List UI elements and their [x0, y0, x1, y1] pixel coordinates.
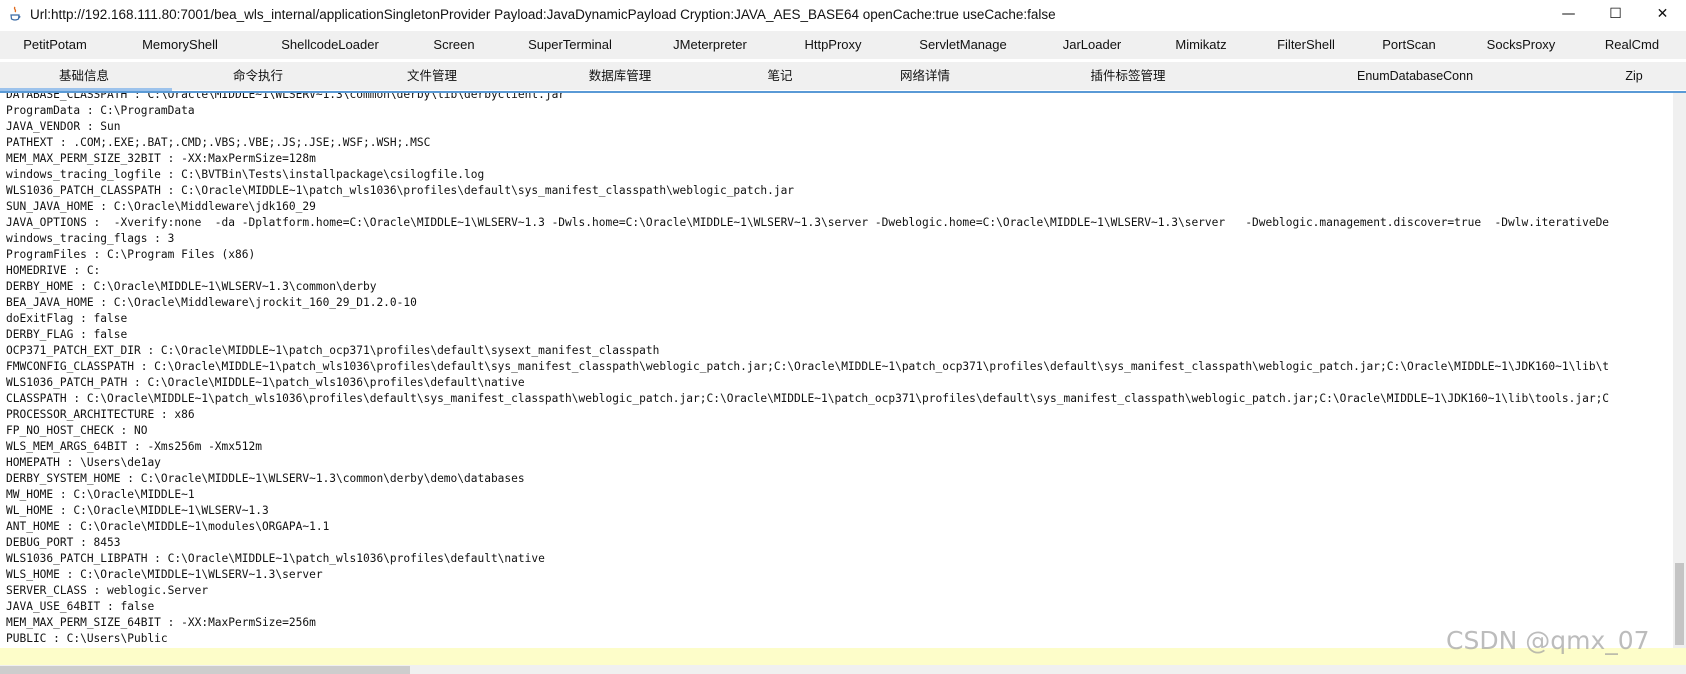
tab-mimikatz[interactable]: Mimikatz [1175, 31, 1226, 59]
env-line: ProgramData : C:\ProgramData [6, 104, 195, 117]
tab-screen[interactable]: Screen [433, 31, 474, 59]
env-line: HOMEDRIVE : C: [6, 264, 101, 277]
env-line: MW_HOME : C:\Oracle\MIDDLE~1 [6, 488, 195, 501]
tab-portscan[interactable]: PortScan [1382, 31, 1435, 59]
info-tab-bar: 基础信息 命令执行 文件管理 数据库管理 笔记 网络详情 插件标签管理 Enum… [0, 62, 1686, 90]
env-line: SUN_JAVA_HOME : C:\Oracle\Middleware\jdk… [6, 200, 316, 213]
tab-network-details[interactable]: 网络详情 [900, 62, 950, 90]
horizontal-scrollbar[interactable] [0, 665, 1686, 674]
tab-zip[interactable]: Zip [1625, 62, 1642, 90]
env-line: DERBY_HOME : C:\Oracle\MIDDLE~1\WLSERV~1… [6, 280, 377, 293]
env-line: windows_tracing_flags : 3 [6, 232, 175, 245]
env-line: DEBUG_PORT : 8453 [6, 536, 121, 549]
tab-database-manager[interactable]: 数据库管理 [589, 62, 652, 90]
tab-command-exec[interactable]: 命令执行 [233, 62, 283, 90]
close-icon: ✕ [1656, 6, 1669, 22]
tab-jarloader[interactable]: JarLoader [1063, 31, 1122, 59]
env-line: JAVA_OPTIONS : -Xverify:none -da -Dplatf… [6, 216, 1610, 229]
env-line: WLS_HOME : C:\Oracle\MIDDLE~1\WLSERV~1.3… [6, 568, 323, 581]
env-line: HOMEPATH : \Users\de1ay [6, 456, 161, 469]
env-line: DERBY_FLAG : false [6, 328, 128, 341]
tab-servletmanage[interactable]: ServletManage [919, 31, 1006, 59]
maximize-button[interactable]: ☐ [1592, 0, 1639, 28]
minimize-icon: — [1561, 6, 1576, 22]
env-line: ANT_HOME : C:\Oracle\MIDDLE~1\modules\OR… [6, 520, 330, 533]
env-line: ProgramFiles : C:\Program Files (x86) [6, 248, 256, 261]
env-line: WLS1036_PATCH_LIBPATH : C:\Oracle\MIDDLE… [6, 552, 545, 565]
env-line: doExitFlag : false [6, 312, 128, 325]
env-line: PROCESSOR_ARCHITECTURE : x86 [6, 408, 195, 421]
env-line: MEM_MAX_PERM_SIZE_64BIT : -XX:MaxPermSiz… [6, 616, 316, 629]
env-line: SERVER_CLASS : weblogic.Server [6, 584, 209, 597]
tab-superterminal[interactable]: SuperTerminal [528, 31, 612, 59]
env-line: DERBY_SYSTEM_HOME : C:\Oracle\MIDDLE~1\W… [6, 472, 525, 485]
env-line: PUBLIC : C:\Users\Public [6, 632, 168, 645]
close-button[interactable]: ✕ [1639, 0, 1686, 28]
env-variable-list: DATABASE_CLASSPATH : C:\Oracle\MIDDLE~1\… [6, 93, 1609, 647]
window-title: Url:http://192.168.111.80:7001/bea_wls_i… [30, 6, 1056, 22]
basic-info-panel[interactable]: DATABASE_CLASSPATH : C:\Oracle\MIDDLE~1\… [0, 93, 1673, 648]
tab-memoryshell[interactable]: MemoryShell [142, 31, 218, 59]
env-line: WL_HOME : C:\Oracle\MIDDLE~1\WLSERV~1.3 [6, 504, 269, 517]
maximize-icon: ☐ [1609, 6, 1622, 22]
env-line: OCP371_PATCH_EXT_DIR : C:\Oracle\MIDDLE~… [6, 344, 660, 357]
tab-plugin-tag-manager[interactable]: 插件标签管理 [1090, 62, 1165, 90]
tab-shellcodeloader[interactable]: ShellcodeLoader [281, 31, 379, 59]
env-line: WLS1036_PATCH_PATH : C:\Oracle\MIDDLE~1\… [6, 376, 525, 389]
env-line: BEA_JAVA_HOME : C:\Oracle\Middleware\jro… [6, 296, 417, 309]
env-line: WLS_MEM_ARGS_64BIT : -Xms256m -Xmx512m [6, 440, 262, 453]
current-line-highlight [0, 648, 1686, 665]
vertical-scrollbar-thumb[interactable] [1675, 563, 1684, 645]
vertical-scrollbar[interactable] [1673, 93, 1686, 648]
title-bar: Url:http://192.168.111.80:7001/bea_wls_i… [0, 0, 1686, 28]
tab-httpproxy[interactable]: HttpProxy [804, 31, 861, 59]
watermark: CSDN @qmx_07 [1446, 626, 1650, 655]
java-app-icon [8, 5, 22, 23]
plugin-tab-bar: PetitPotam MemoryShell ShellcodeLoader S… [0, 31, 1686, 59]
minimize-button[interactable]: — [1545, 0, 1592, 28]
tab-filtershell[interactable]: FilterShell [1277, 31, 1335, 59]
tab-jmeterpreter[interactable]: JMeterpreter [673, 31, 747, 59]
horizontal-scrollbar-thumb[interactable] [0, 666, 410, 674]
env-line: PATHEXT : .COM;.EXE;.BAT;.CMD;.VBS;.VBE;… [6, 136, 431, 149]
env-line: FMWCONFIG_CLASSPATH : C:\Oracle\MIDDLE~1… [6, 360, 1610, 373]
env-line: CLASSPATH : C:\Oracle\MIDDLE~1\patch_wls… [6, 392, 1610, 405]
env-line: JAVA_USE_64BIT : false [6, 600, 155, 613]
env-line: windows_tracing_logfile : C:\BVTBin\Test… [6, 168, 485, 181]
env-line: FP_NO_HOST_CHECK : NO [6, 424, 148, 437]
tab-file-manager[interactable]: 文件管理 [407, 62, 457, 90]
env-line: MEM_MAX_PERM_SIZE_32BIT : -XX:MaxPermSiz… [6, 152, 316, 165]
tab-socksproxy[interactable]: SocksProxy [1487, 31, 1556, 59]
tab-realcmd[interactable]: RealCmd [1605, 31, 1659, 59]
tab-basic-info[interactable]: 基础信息 [59, 62, 109, 90]
tab-enumdatabaseconn[interactable]: EnumDatabaseConn [1357, 62, 1473, 90]
tab-petitpotam[interactable]: PetitPotam [23, 31, 87, 59]
env-line: WLS1036_PATCH_CLASSPATH : C:\Oracle\MIDD… [6, 184, 795, 197]
env-line: JAVA_VENDOR : Sun [6, 120, 121, 133]
env-line: DATABASE_CLASSPATH : C:\Oracle\MIDDLE~1\… [6, 93, 566, 101]
tab-notes[interactable]: 笔记 [767, 62, 792, 90]
